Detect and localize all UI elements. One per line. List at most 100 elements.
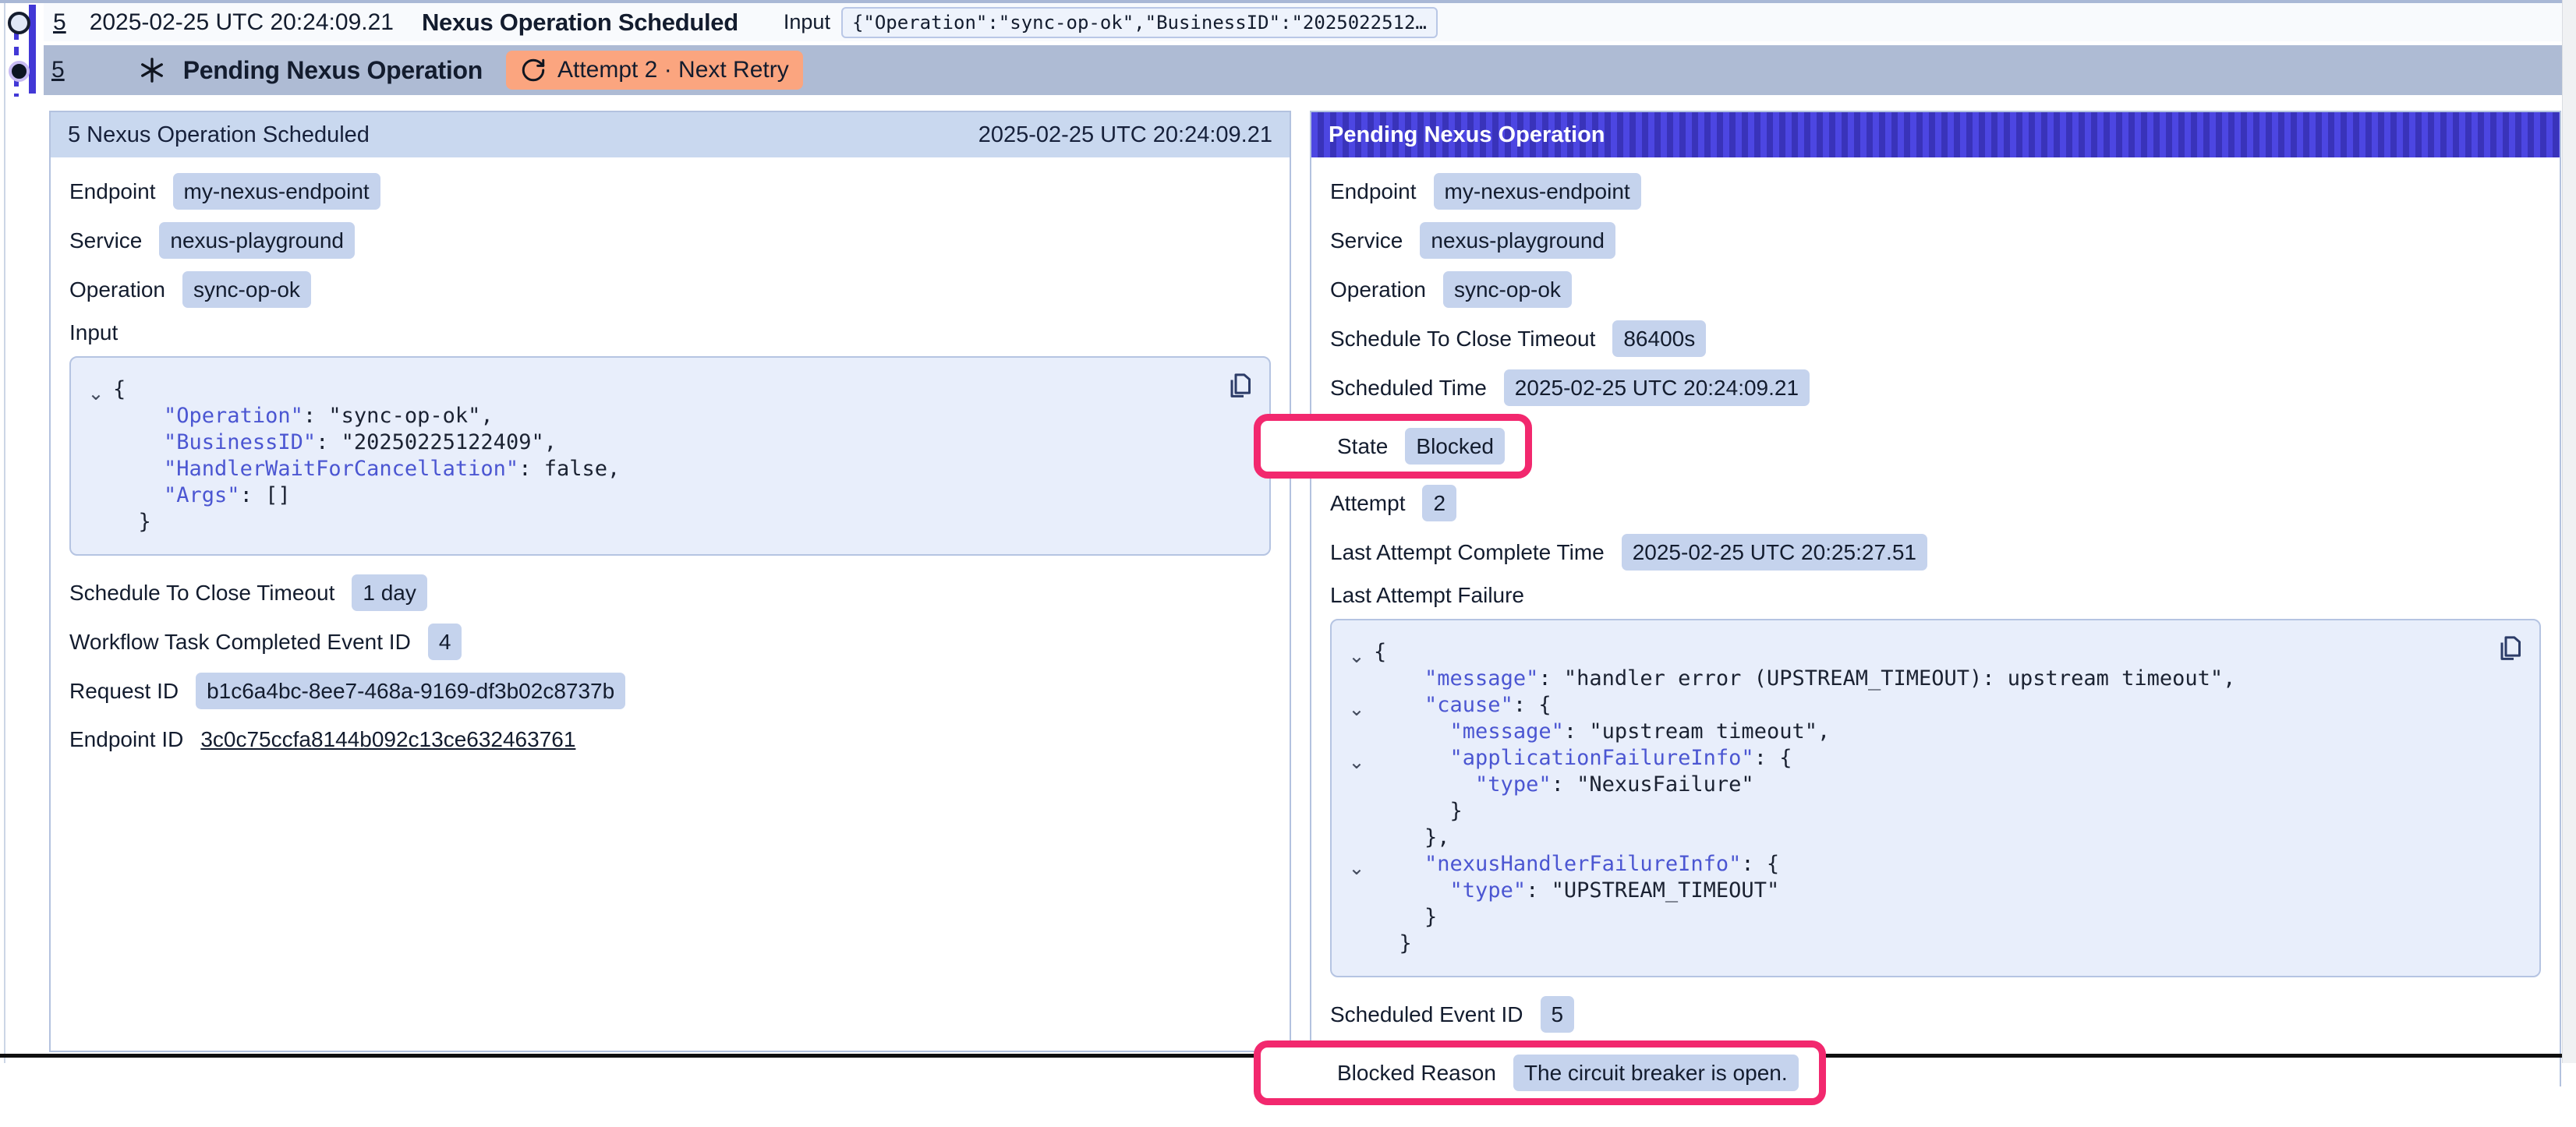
collapse-chevron-icon[interactable]: ⌄ [1339, 643, 1374, 669]
code-line: ⌄ "nexusHandlerFailureInfo": { [1339, 851, 2489, 878]
code-line: ⌄ "applicationFailureInfo": { [1339, 745, 2489, 772]
field-label: Workflow Task Completed Event ID [69, 630, 411, 655]
attempt-badge-label: Attempt 2 · Next Retry [557, 57, 789, 83]
input-preview-chip[interactable]: {"Operation":"sync-op-ok","BusinessID":"… [841, 7, 1438, 38]
pending-operation-panel-header: Pending Nexus Operation [1311, 112, 2560, 157]
field-value-badge: The circuit breaker is open. [1513, 1055, 1799, 1091]
field-label: Scheduled Event ID [1330, 1002, 1523, 1027]
code-line: "type": "UPSTREAM_TIMEOUT" [1339, 878, 2489, 904]
event-detail-panel-header[interactable]: 5 Nexus Operation Scheduled 2025-02-25 U… [51, 112, 1290, 157]
field-endpoint: Endpointmy-nexus-endpoint [69, 173, 1271, 210]
event-row-nexus-scheduled[interactable]: 5 2025-02-25 UTC 20:24:09.21 Nexus Opera… [44, 3, 2563, 41]
field-value-badge: sync-op-ok [1443, 271, 1572, 308]
retry-arrow-icon [520, 57, 547, 83]
code-line: ⌄ "cause": { [1339, 692, 2489, 719]
copy-icon[interactable] [1224, 370, 1255, 401]
scrollbar[interactable] [2562, 0, 2576, 1063]
code-line: "message": "handler error (UPSTREAM_TIME… [1339, 666, 2489, 692]
field-value-badge: 2 [1422, 485, 1456, 521]
code-line: "Args": [] [79, 482, 1219, 509]
field-label: Endpoint [1330, 179, 1417, 204]
event-title: Nexus Operation Scheduled [422, 9, 738, 37]
code-line: "HandlerWaitForCancellation": false, [79, 456, 1219, 482]
collapse-chevron-icon[interactable]: ⌄ [1339, 749, 1374, 775]
field-label: Schedule To Close Timeout [69, 581, 334, 606]
timeline-node-open-icon[interactable] [8, 12, 30, 34]
failure-json-viewer: ⌄{ "message": "handler error (UPSTREAM_T… [1330, 619, 2541, 977]
collapse-chevron-icon[interactable]: ⌄ [1339, 696, 1374, 722]
pending-operation-panel: Pending Nexus Operation Endpoint my-nexus… [1310, 111, 2561, 1086]
event-detail-header-timestamp: 2025-02-25 UTC 20:24:09.21 [978, 122, 1272, 148]
field-value-badge: 2025-02-25 UTC 20:24:09.21 [1504, 369, 1810, 406]
collapse-chevron-icon[interactable]: ⌄ [1339, 855, 1374, 881]
nexus-operation-icon [138, 56, 166, 84]
highlight-annotation-box: Blocked Reason The circuit breaker is ope… [1254, 1040, 1826, 1105]
field-operation: Operation sync-op-ok [69, 271, 1271, 308]
field-label: Scheduled Time [1330, 376, 1487, 401]
event-timeline-gutter [0, 3, 44, 108]
field-request-id: Request ID b1c6a4bc-8ee7-468a-9169-df3b02… [69, 673, 1271, 709]
field-value-badge: 86400s [1612, 320, 1706, 357]
field-service: Service nexus-playground [69, 222, 1271, 259]
field-operation: Operationsync-op-ok [1330, 271, 2541, 308]
code-line: "Operation": "sync-op-ok", [79, 403, 1219, 429]
field-label: Schedule To Close Timeout [1330, 327, 1595, 352]
event-detail-fields-bottom: Schedule To Close Timeout 1 day Workflow T… [69, 574, 1271, 757]
field-attempt: Attempt 2 [1330, 485, 2541, 521]
pending-event-id-link[interactable]: 5 [51, 57, 65, 83]
code-line: ⌄{ [1339, 639, 2489, 666]
pending-operation-title: Pending Nexus Operation [183, 56, 483, 85]
field-value-badge: b1c6a4bc-8ee7-468a-9169-df3b02c8737b [196, 673, 625, 709]
field-value-badge: nexus-playground [1420, 222, 1615, 259]
field-workflow-task-completed-event-id: Workflow Task Completed Event ID4 [69, 624, 1271, 660]
field-label: Blocked Reason [1337, 1061, 1496, 1086]
field-value-badge: Blocked [1405, 428, 1505, 465]
field-label: Request ID [69, 679, 179, 704]
code-line: } [1339, 798, 2489, 825]
field-label: Service [1330, 228, 1403, 253]
code-line: ⌄{ [79, 376, 1219, 403]
pending-fields-bottom: Scheduled Event ID 5 Blocked Reason The cir… [1330, 996, 2541, 1105]
field-label: Endpoint ID [69, 727, 183, 752]
code-line: "type": "NexusFailure" [1339, 772, 2489, 798]
highlight-annotation-box: StateBlocked [1254, 414, 1532, 479]
field-label: Service [69, 228, 142, 253]
pending-fields-top: Endpoint my-nexus-endpoint Service nexus-pl… [1330, 173, 2541, 571]
code-line: "BusinessID": "20250225122409", [79, 429, 1219, 456]
event-detail-fields-top: Endpointmy-nexus-endpoint Service nexus-pl… [69, 173, 1271, 308]
field-blocked-reason: Blocked Reason The circuit breaker is ope… [1330, 1040, 2541, 1105]
field-value-link[interactable]: 3c0c75ccfa8144b092c13ce632463761 [200, 727, 575, 752]
input-json-viewer: ⌄{ "Operation": "sync-op-ok", "BusinessI… [69, 356, 1271, 556]
copy-icon[interactable] [2494, 633, 2525, 664]
field-scheduled-event-id: Scheduled Event ID 5 [1330, 996, 2541, 1033]
code-line: "message": "upstream timeout", [1339, 719, 2489, 745]
field-value-badge: 5 [1541, 996, 1575, 1033]
field-schedule-to-close-timeout: Schedule To Close Timeout 1 day [69, 574, 1271, 611]
timeline-active-bar [29, 5, 36, 94]
input-label: Input [784, 10, 830, 34]
field-value-badge: my-nexus-endpoint [1434, 173, 1641, 210]
timeline-node-current-icon[interactable] [9, 61, 30, 82]
field-label: Operation [69, 277, 165, 302]
event-timestamp: 2025-02-25 UTC 20:24:09.21 [90, 9, 394, 36]
field-state: StateBlocked [1330, 414, 2541, 479]
pending-panel-header-title: Pending Nexus Operation [1329, 122, 1605, 148]
collapse-chevron-icon[interactable]: ⌄ [79, 380, 113, 407]
field-value-badge: nexus-playground [159, 222, 355, 259]
field-endpoint: Endpoint my-nexus-endpoint [1330, 173, 2541, 210]
input-section-label: Input [69, 320, 1271, 345]
field-value-badge: 1 day [352, 574, 427, 611]
field-value-badge: sync-op-ok [182, 271, 311, 308]
code-line: }, [1339, 825, 2489, 851]
field-value-badge: 2025-02-25 UTC 20:25:27.51 [1622, 534, 1927, 571]
field-label: Attempt [1330, 491, 1405, 516]
field-label: Endpoint [69, 179, 156, 204]
field-endpoint-id: Endpoint ID 3c0c75ccfa8144b092c13ce632463… [69, 722, 1271, 757]
event-id-link[interactable]: 5 [53, 9, 66, 36]
event-detail-header-title: 5 Nexus Operation Scheduled [68, 122, 370, 148]
field-schedule-to-close-timeout: Schedule To Close Timeout 86400s [1330, 320, 2541, 357]
window-left-border [4, 3, 5, 1063]
event-detail-panel: 5 Nexus Operation Scheduled 2025-02-25 U… [49, 111, 1291, 1052]
pending-nexus-operation-row[interactable]: 5 Pending Nexus Operation Attempt 2 · Ne… [44, 45, 2563, 95]
code-line: } [1339, 931, 2489, 957]
